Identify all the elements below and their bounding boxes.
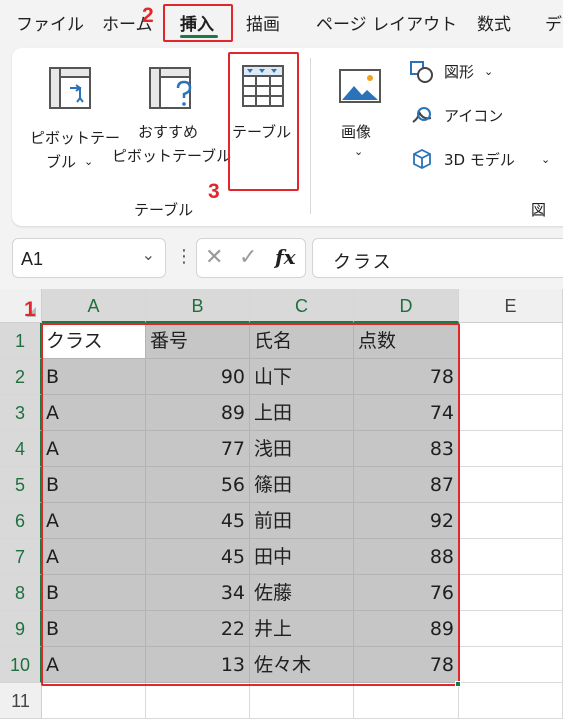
- table-cell[interactable]: [459, 503, 563, 539]
- image-icon: [339, 69, 381, 103]
- tab-formulas[interactable]: 数式: [477, 10, 511, 35]
- table-cell[interactable]: [459, 575, 563, 611]
- recommended-pivot-icon: [149, 67, 192, 109]
- menu-bar: ファイル ホーム 挿入 描画 ページ レイアウト 数式 デ: [0, 0, 563, 46]
- column-header-a[interactable]: A: [42, 289, 146, 323]
- table-cell[interactable]: [459, 431, 563, 467]
- group-label-table: テーブル: [134, 201, 194, 219]
- column-header-c[interactable]: C: [250, 289, 354, 323]
- table-cell[interactable]: [459, 323, 563, 359]
- pivot-table-icon: [49, 67, 91, 109]
- table-cell[interactable]: [459, 539, 563, 575]
- step-1-label: 1: [24, 298, 36, 321]
- row-header-11[interactable]: 11: [0, 683, 42, 719]
- table-cell[interactable]: [459, 683, 563, 719]
- row-header-1[interactable]: 1: [0, 323, 42, 359]
- column-header-b[interactable]: B: [146, 289, 250, 323]
- name-box-value: A1: [21, 249, 44, 269]
- table-cell[interactable]: [354, 683, 459, 719]
- formula-input[interactable]: クラス: [312, 238, 563, 278]
- row-header-2[interactable]: 2: [0, 359, 42, 395]
- shapes-label: 図形: [444, 63, 475, 81]
- row-header-10[interactable]: 10: [0, 647, 42, 683]
- step-3-label: 3: [208, 180, 220, 203]
- tab-data[interactable]: デ: [545, 10, 562, 35]
- recommended-pivot-label-2: ピボットテーブル: [112, 147, 232, 165]
- cube-icon: [413, 148, 431, 170]
- icons-icon: [412, 107, 432, 123]
- excel-window: ファイル ホーム 挿入 描画 ページ レイアウト 数式 デ 2 ピボットテー ブ…: [0, 0, 563, 721]
- annotation-box-insert-tab: [163, 4, 233, 42]
- row-header-5[interactable]: 5: [0, 467, 42, 503]
- tab-page-layout[interactable]: ページ レイアウト: [316, 10, 457, 35]
- pivot-table-label-1: ピボットテー: [30, 129, 121, 147]
- table-cell[interactable]: [146, 683, 250, 719]
- shapes-icon: [410, 61, 433, 83]
- formula-controls: ✕ ✓ fx: [196, 238, 306, 278]
- tab-file[interactable]: ファイル: [16, 10, 84, 35]
- table-cell[interactable]: [459, 647, 563, 683]
- step-2-label: 2: [142, 4, 154, 27]
- icons-label: アイコン: [444, 107, 504, 125]
- ribbon-divider: [310, 58, 311, 214]
- pivot-table-label-2: ブル: [46, 153, 77, 171]
- name-box[interactable]: A1 ⌄: [12, 238, 166, 278]
- table-cell[interactable]: [250, 683, 354, 719]
- table-cell[interactable]: [459, 467, 563, 503]
- row-header-3[interactable]: 3: [0, 395, 42, 431]
- table-cell[interactable]: [459, 395, 563, 431]
- column-header-d[interactable]: D: [354, 289, 459, 323]
- formula-bar-grip-icon[interactable]: ⋮: [175, 246, 193, 267]
- pivot-table-chevron-icon: ⌄: [84, 155, 94, 168]
- image-chevron-icon: ⌄: [354, 145, 364, 158]
- recommended-pivot-label-1: おすすめ: [138, 123, 199, 141]
- group-label-figure: 図: [531, 201, 547, 219]
- row-header-4[interactable]: 4: [0, 431, 42, 467]
- enter-check-icon[interactable]: ✓: [239, 245, 257, 270]
- tab-draw[interactable]: 描画: [246, 10, 280, 35]
- annotation-box-data-range: [41, 323, 460, 686]
- shapes-chevron-icon: ⌄: [484, 65, 494, 78]
- name-box-chevron-icon: ⌄: [141, 245, 155, 264]
- row-header-6[interactable]: 6: [0, 503, 42, 539]
- annotation-box-table-button: [228, 52, 299, 191]
- column-header-e[interactable]: E: [459, 289, 563, 323]
- cancel-icon[interactable]: ✕: [205, 245, 223, 270]
- 3d-models-chevron-icon: ⌄: [541, 153, 551, 166]
- table-cell[interactable]: [459, 359, 563, 395]
- formula-content: クラス: [333, 252, 393, 273]
- row-header-8[interactable]: 8: [0, 575, 42, 611]
- table-cell[interactable]: [459, 611, 563, 647]
- table-cell[interactable]: [42, 683, 146, 719]
- image-label: 画像: [341, 123, 372, 141]
- row-header-7[interactable]: 7: [0, 539, 42, 575]
- fill-handle[interactable]: [455, 681, 461, 687]
- row-header-9[interactable]: 9: [0, 611, 42, 647]
- 3d-models-label: 3D モデル: [444, 151, 515, 169]
- insert-function-button[interactable]: fx: [275, 245, 296, 269]
